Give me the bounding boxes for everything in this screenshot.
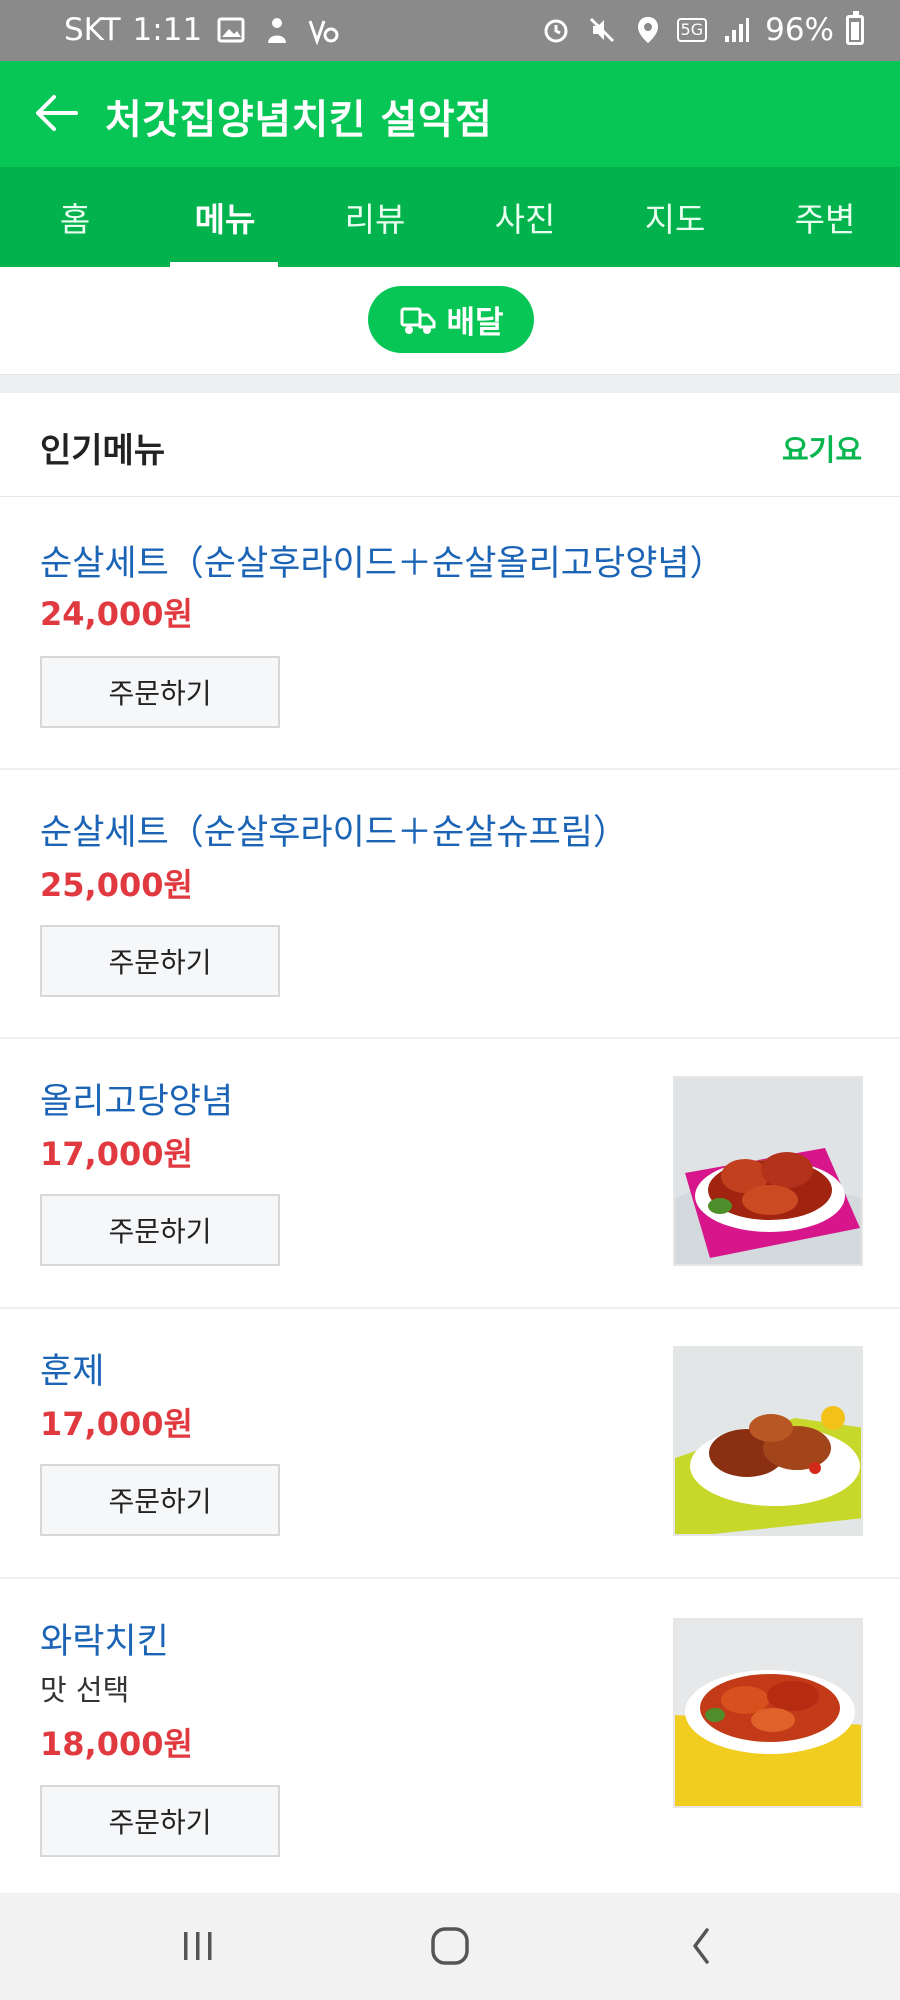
status-right: 5G 96% — [539, 11, 864, 48]
app-notification-icon — [260, 13, 294, 47]
network-type-label: 5G — [676, 18, 708, 42]
menu-item-price: 24,000원 — [40, 595, 193, 633]
order-button[interactable]: 주문하기 — [40, 1785, 280, 1857]
section-title: 인기메뉴 — [40, 431, 166, 471]
menu-item-photo[interactable] — [673, 1618, 863, 1808]
battery-percent-label: 96% — [765, 12, 834, 48]
order-button[interactable]: 주문하기 — [40, 656, 280, 728]
home-icon — [431, 1927, 469, 1965]
tab-reviews[interactable]: 리뷰 — [300, 167, 450, 267]
menu-item-name[interactable]: 올리고당양념 — [40, 1073, 233, 1124]
menu-item: 순살세트（순살후라이드＋순살올리고당양념） 24,000원 주문하기 — [0, 497, 900, 770]
system-navigation-bar — [0, 1893, 900, 2000]
app-header: 처갓집양념치킨 설악점 — [0, 61, 900, 167]
menu-item: 올리고당양념 17,000원 주문하기 — [0, 1039, 900, 1309]
order-button[interactable]: 주문하기 — [40, 1194, 280, 1266]
menu-item-photo[interactable] — [673, 1346, 863, 1536]
signal-icon — [719, 13, 753, 47]
status-left: SKT 1:11 — [64, 12, 340, 48]
tab-home[interactable]: 홈 — [0, 167, 150, 267]
battery-icon — [846, 11, 864, 45]
order-source-link[interactable]: 요기요 — [782, 427, 862, 469]
menu-item-price: 17,000원 — [40, 1135, 193, 1173]
tab-photos[interactable]: 사진 — [450, 167, 600, 267]
carrier-label: SKT — [64, 12, 121, 48]
menu-item-name[interactable]: 훈제 — [40, 1343, 104, 1394]
menu-item-name[interactable]: 와락치킨 — [40, 1613, 169, 1664]
menu-item-price: 25,000원 — [40, 866, 193, 904]
menu-item-name[interactable]: 순살세트（순살후라이드＋순살올리고당양념） — [40, 535, 725, 586]
time-label: 1:11 — [132, 12, 203, 48]
tab-bar: 홈 메뉴 리뷰 사진 지도 주변 — [0, 167, 900, 267]
delivery-filter-row: 배달 — [0, 267, 900, 375]
menu-item-price: 17,000원 — [40, 1405, 193, 1443]
order-button[interactable]: 주문하기 — [40, 1464, 280, 1536]
menu-item: 훈제 17,000원 주문하기 — [0, 1309, 900, 1579]
delivery-button[interactable]: 배달 — [368, 286, 534, 353]
arrow-left-icon — [36, 95, 78, 131]
recent-apps-icon — [184, 1932, 212, 1960]
popular-menu-header: 인기메뉴 요기요 — [0, 393, 900, 497]
menu-item-photo[interactable] — [673, 1076, 863, 1266]
back-nav-button[interactable] — [667, 1915, 737, 1977]
wifi-call-icon — [306, 13, 340, 47]
recent-apps-button[interactable] — [163, 1915, 233, 1977]
mute-icon — [585, 13, 619, 47]
tab-nearby[interactable]: 주변 — [750, 167, 900, 267]
tab-menu[interactable]: 메뉴 — [150, 167, 300, 267]
menu-item: 와락치킨 맛 선택 18,000원 주문하기 — [0, 1579, 900, 1893]
alarm-icon — [539, 13, 573, 47]
menu-item: 순살세트（순살후라이드＋순살슈프림） 25,000원 주문하기 — [0, 770, 900, 1039]
back-button[interactable] — [28, 85, 84, 141]
status-bar: SKT 1:11 5G 96% — [0, 0, 900, 61]
delivery-label: 배달 — [446, 305, 504, 341]
tab-map[interactable]: 지도 — [600, 167, 750, 267]
order-button[interactable]: 주문하기 — [40, 925, 280, 997]
menu-item-price: 18,000원 — [40, 1725, 193, 1763]
chevron-left-icon — [693, 1928, 709, 1964]
menu-item-name[interactable]: 순살세트（순살후라이드＋순살슈프림） — [40, 804, 628, 855]
page-title: 처갓집양념치킨 설악점 — [105, 97, 493, 143]
home-button[interactable] — [415, 1915, 485, 1977]
section-divider — [0, 375, 900, 393]
delivery-truck-icon — [400, 307, 436, 334]
gallery-notification-icon — [214, 13, 248, 47]
location-icon — [631, 13, 665, 47]
menu-item-option: 맛 선택 — [40, 1673, 130, 1707]
